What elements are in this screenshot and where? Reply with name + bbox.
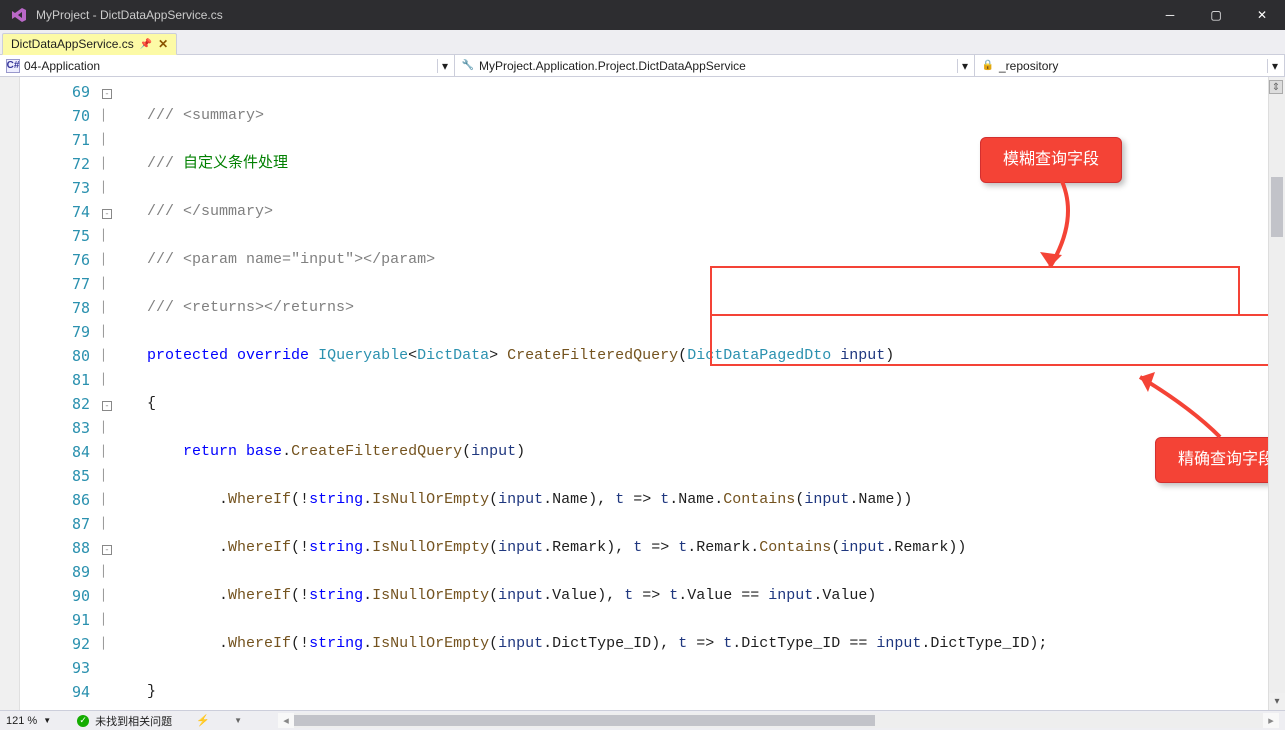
zoom-level[interactable]: 121 % xyxy=(6,715,37,727)
code-area[interactable]: /// <summary> /// 自定义条件处理 /// </summary>… xyxy=(120,77,1285,710)
indicator-margin xyxy=(0,77,20,710)
scroll-left-icon[interactable]: ◂ xyxy=(278,714,294,727)
issues-text[interactable]: 未找到相关问题 xyxy=(95,713,172,729)
maximize-button[interactable]: ▢ xyxy=(1193,0,1239,30)
annotation-fuzzy-query: 模糊查询字段 xyxy=(980,137,1122,183)
document-tabs: DictDataAppService.cs 📌 ✕ xyxy=(0,30,1285,55)
annotation-exact-query: 精确查询字段 xyxy=(1155,437,1285,483)
csharp-file-icon: C# xyxy=(6,59,20,73)
class-icon: 🔧 xyxy=(461,59,475,73)
scroll-thumb[interactable] xyxy=(294,715,875,726)
lightbulb-icon[interactable]: ⚡ xyxy=(196,713,210,729)
scroll-right-icon[interactable]: ▸ xyxy=(1263,714,1279,727)
member-text: _repository xyxy=(999,59,1058,73)
class-selector[interactable]: 🔧 MyProject.Application.Project.DictData… xyxy=(455,55,975,76)
chevron-down-icon: ▾ xyxy=(1267,59,1278,73)
collapse-icon[interactable]: - xyxy=(102,89,112,99)
tab-label: DictDataAppService.cs xyxy=(11,37,134,51)
vs-logo-icon xyxy=(10,6,28,24)
minimize-button[interactable]: ─ xyxy=(1147,0,1193,30)
highlight-box-fuzzy xyxy=(710,266,1240,316)
pin-icon[interactable]: 📌 xyxy=(140,39,152,50)
window-title: MyProject - DictDataAppService.cs xyxy=(36,8,1147,22)
close-button[interactable]: ✕ xyxy=(1239,0,1285,30)
vertical-scrollbar[interactable]: ▴ ▾ xyxy=(1268,77,1285,710)
chevron-down-icon[interactable]: ▼ xyxy=(234,716,242,725)
code-editor[interactable]: 6970717273747576777879808182838485868788… xyxy=(0,77,1285,710)
chevron-down-icon: ▾ xyxy=(437,59,448,73)
outlining-margin[interactable]: -││││-│││││││ -│││││-││││ xyxy=(100,77,120,710)
status-ok-icon: ✓ xyxy=(77,715,89,727)
zoom-dropdown-icon[interactable]: ▼ xyxy=(43,716,51,725)
scope-selector[interactable]: C# 04-Application ▾ xyxy=(0,55,455,76)
scroll-down-icon[interactable]: ▾ xyxy=(1269,693,1285,710)
field-icon: 🔒 xyxy=(981,59,995,73)
navigation-bar: C# 04-Application ▾ 🔧 MyProject.Applicat… xyxy=(0,55,1285,77)
collapse-icon[interactable]: - xyxy=(102,401,112,411)
line-number-gutter: 6970717273747576777879808182838485868788… xyxy=(20,77,100,710)
title-bar: MyProject - DictDataAppService.cs ─ ▢ ✕ xyxy=(0,0,1285,30)
collapse-icon[interactable]: - xyxy=(102,545,112,555)
tab-active[interactable]: DictDataAppService.cs 📌 ✕ xyxy=(2,33,177,55)
split-handle-icon[interactable]: ⇕ xyxy=(1269,80,1283,94)
collapse-icon[interactable]: - xyxy=(102,209,112,219)
status-bar: 121 % ▼ ✓ 未找到相关问题 ⚡ ▼ ◂ ▸ xyxy=(0,710,1285,730)
tab-close-icon[interactable]: ✕ xyxy=(158,37,168,51)
window-controls: ─ ▢ ✕ xyxy=(1147,0,1285,30)
member-selector[interactable]: 🔒 _repository ▾ xyxy=(975,55,1285,76)
highlight-box-exact xyxy=(710,314,1285,366)
chevron-down-icon: ▾ xyxy=(957,59,968,73)
scroll-thumb[interactable] xyxy=(1271,177,1283,237)
scope-text: 04-Application xyxy=(24,59,100,73)
class-text: MyProject.Application.Project.DictDataAp… xyxy=(479,59,746,73)
horizontal-scrollbar[interactable]: ◂ ▸ xyxy=(278,713,1279,728)
